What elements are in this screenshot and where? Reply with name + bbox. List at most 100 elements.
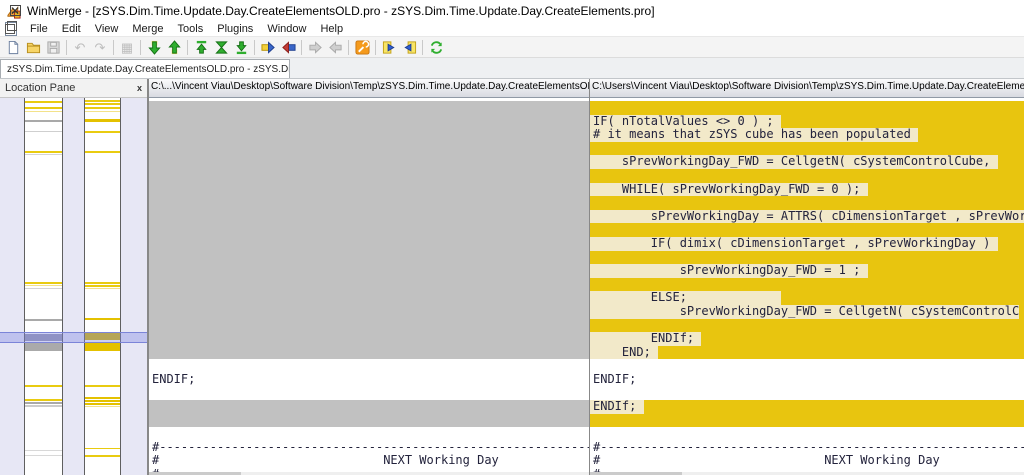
undo-button[interactable]: ↶ [70, 38, 90, 56]
code-line[interactable] [149, 155, 589, 169]
all-left-button[interactable] [399, 38, 419, 56]
code-line[interactable] [149, 210, 589, 224]
code-line[interactable]: ENDIF; [590, 373, 1024, 387]
previous-difference-button[interactable] [164, 38, 184, 56]
tab-active-compare[interactable]: zSYS.Dim.Time.Update.Day.CreateElementsO… [0, 59, 290, 78]
code-line[interactable]: ENDIf; [590, 400, 1024, 414]
code-line[interactable] [149, 414, 589, 428]
current-difference-button[interactable] [211, 38, 231, 56]
code-line[interactable]: sPrevWorkingDay_FWD = 1 ; [590, 264, 1024, 278]
code-line[interactable] [149, 305, 589, 319]
code-line[interactable]: ELSE; [590, 291, 1024, 305]
code-line[interactable]: sPrevWorkingDay = ATTRS( cDimensionTarge… [590, 210, 1024, 224]
copy-left-advance-button[interactable] [325, 38, 345, 56]
code-line[interactable]: # it means that zSYS cube has been popul… [590, 128, 1024, 142]
code-line[interactable] [149, 115, 589, 129]
code-line[interactable]: # NEXT Working Day [590, 454, 1024, 468]
open-folder-button[interactable] [23, 38, 43, 56]
rescan-grid-button[interactable]: ▦ [117, 38, 137, 56]
menu-plugins[interactable]: Plugins [210, 22, 260, 36]
code-line[interactable] [149, 291, 589, 305]
code-line[interactable]: #---------------------------------------… [590, 441, 1024, 455]
menu-file[interactable]: File [23, 22, 55, 36]
copy-left-button[interactable] [278, 38, 298, 56]
code-line[interactable] [590, 169, 1024, 183]
code-line[interactable]: IF( dimix( cDimensionTarget , sPrevWorki… [590, 237, 1024, 251]
code-line[interactable]: IF( nTotalValues <> 0 ) ; [590, 115, 1024, 129]
code-line[interactable]: #---------------------------------------… [149, 441, 589, 455]
location-bar-right-file[interactable] [84, 98, 121, 475]
diff-mark [25, 107, 62, 109]
new-file-button[interactable] [3, 38, 23, 56]
first-difference-button[interactable] [191, 38, 211, 56]
code-line[interactable] [149, 169, 589, 183]
copy-right-button[interactable] [258, 38, 278, 56]
code-line[interactable]: # NEXT Working Day [149, 454, 589, 468]
menu-merge[interactable]: Merge [125, 22, 170, 36]
options-button[interactable] [352, 38, 372, 56]
code-line[interactable] [590, 251, 1024, 265]
code-line[interactable] [149, 427, 589, 441]
code-line[interactable] [149, 101, 589, 115]
code-line[interactable] [590, 359, 1024, 373]
code-line[interactable] [149, 386, 589, 400]
location-bar-left-file[interactable] [24, 98, 63, 475]
code-line[interactable] [149, 223, 589, 237]
code-line[interactable] [590, 196, 1024, 210]
code-line[interactable] [590, 101, 1024, 115]
toolbar: ↶↷ ▦ [0, 36, 1024, 58]
code-line[interactable] [149, 196, 589, 210]
code-line[interactable] [590, 427, 1024, 441]
code-line[interactable]: sPrevWorkingDay_FWD = CellgetN( cSystemC… [590, 155, 1024, 169]
menu-window[interactable]: Window [260, 22, 313, 36]
menu-view[interactable]: View [88, 22, 126, 36]
location-view-indicator[interactable] [0, 332, 147, 343]
all-right-button[interactable] [379, 38, 399, 56]
code-line[interactable] [149, 251, 589, 265]
code-line[interactable] [590, 319, 1024, 333]
code-line[interactable]: END; [590, 346, 1024, 360]
tab-bar: zSYS.Dim.Time.Update.Day.CreateElementsO… [0, 58, 1024, 79]
left-code-editor[interactable]: ENDIF; #---------------------------------… [149, 98, 589, 475]
code-line[interactable] [590, 386, 1024, 400]
diff-mark [85, 400, 120, 402]
code-line[interactable] [149, 346, 589, 360]
menu-help[interactable]: Help [313, 22, 350, 36]
redo-button[interactable]: ↷ [90, 38, 110, 56]
code-line[interactable] [590, 414, 1024, 428]
location-pane-close-icon[interactable]: x [137, 83, 142, 93]
code-line[interactable] [149, 359, 589, 373]
code-line[interactable] [149, 319, 589, 333]
code-line[interactable] [149, 142, 589, 156]
close-button[interactable]: ✕ [0, 0, 30, 21]
right-file-path-header[interactable]: C:\Users\Vincent Viau\Desktop\Software D… [590, 79, 1024, 98]
code-line[interactable]: ENDIF; [149, 373, 589, 387]
copy-right-advance-button[interactable] [305, 38, 325, 56]
menu-tools[interactable]: Tools [171, 22, 211, 36]
right-code-editor[interactable]: IF( nTotalValues <> 0 ) ; # it means tha… [590, 98, 1024, 475]
menu-edit[interactable]: Edit [55, 22, 88, 36]
diff-text: IF( dimix( cDimensionTarget , sPrevWorki… [590, 237, 998, 251]
code-line[interactable]: ENDIf; [590, 332, 1024, 346]
code-line[interactable] [149, 332, 589, 346]
save-button[interactable] [43, 38, 63, 56]
code-line[interactable] [590, 278, 1024, 292]
code-line[interactable] [149, 183, 589, 197]
code-line[interactable]: WHILE( sPrevWorkingDay_FWD = 0 ); [590, 183, 1024, 197]
last-difference-button[interactable] [231, 38, 251, 56]
mdi-restore-button[interactable] [0, 22, 20, 35]
code-line[interactable] [590, 223, 1024, 237]
code-line[interactable] [590, 142, 1024, 156]
diff-text: ELSE; [590, 291, 781, 305]
diff-text: sPrevWorkingDay_FWD = CellgetN( cSystemC… [590, 155, 998, 169]
code-line[interactable] [149, 400, 589, 414]
refresh-button[interactable] [426, 38, 446, 56]
code-line[interactable] [149, 128, 589, 142]
code-line[interactable] [149, 237, 589, 251]
code-line[interactable] [149, 264, 589, 278]
diff-mark [85, 151, 120, 153]
next-difference-button[interactable] [144, 38, 164, 56]
left-file-path-header[interactable]: C:\...\Vincent Viau\Desktop\Software Div… [149, 79, 589, 98]
code-line[interactable]: sPrevWorkingDay_FWD = CellgetN( cSystemC… [590, 305, 1024, 319]
code-line[interactable] [149, 278, 589, 292]
